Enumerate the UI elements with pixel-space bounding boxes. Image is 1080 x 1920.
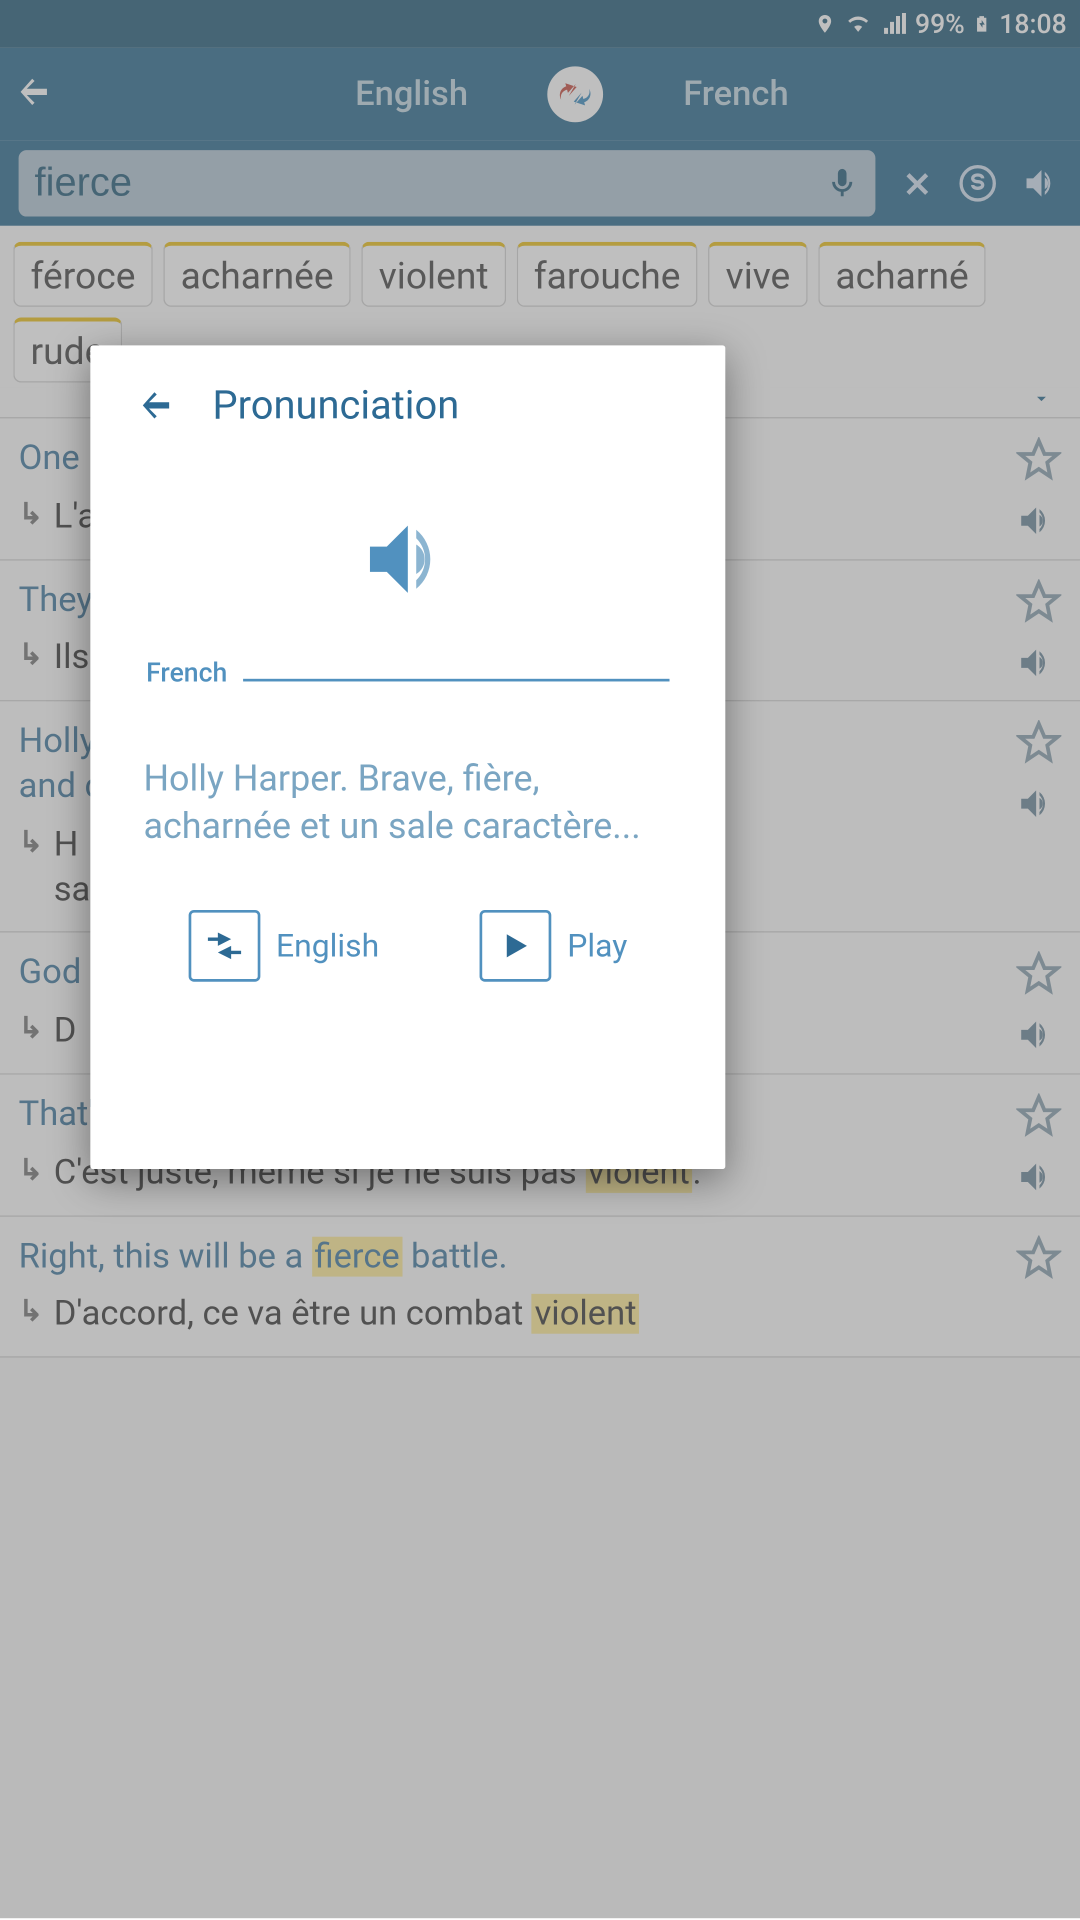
dialog-text-input[interactable] — [243, 650, 669, 682]
dialog-back-icon[interactable] — [138, 385, 175, 428]
dialog-title: Pronunciation — [213, 383, 460, 429]
switch-language-label: English — [276, 927, 379, 964]
play-button[interactable]: Play — [480, 910, 628, 982]
dialog-speaker-icon[interactable] — [138, 509, 677, 610]
play-label: Play — [567, 927, 627, 964]
dialog-sentence: Holly Harper. Brave, fière, acharnée et … — [138, 755, 677, 852]
switch-language-button[interactable]: English — [188, 910, 379, 982]
pronunciation-dialog: Pronunciation French Holly Harper. Brave… — [90, 345, 725, 1169]
dialog-input-label: French — [146, 656, 227, 688]
